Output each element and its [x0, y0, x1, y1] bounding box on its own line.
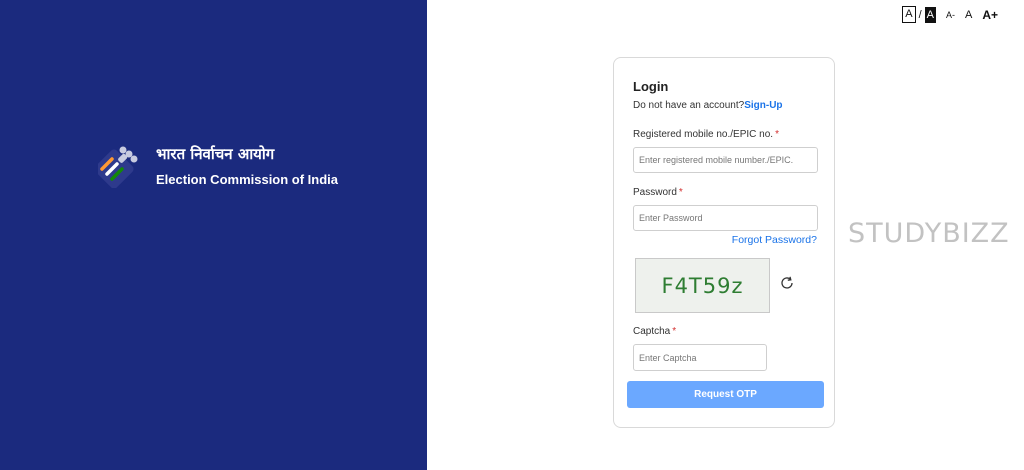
font-normal-button[interactable]: A: [965, 9, 972, 21]
brand-english-name: Election Commission of India: [156, 171, 339, 187]
login-card: Login Do not have an account?Sign-Up Reg…: [613, 57, 835, 428]
eci-brand: भारत निर्वाचन आयोग Election Commission o…: [98, 142, 338, 188]
captcha-input[interactable]: [633, 344, 767, 371]
signup-prompt: Do not have an account?Sign-Up: [633, 100, 783, 111]
contrast-light-button[interactable]: A: [902, 6, 916, 23]
captcha-label-text: Captcha: [633, 326, 671, 337]
signup-link[interactable]: Sign-Up: [744, 100, 782, 111]
captcha-label: Captcha *: [633, 326, 676, 337]
login-title: Login: [633, 79, 669, 94]
forgot-password-link[interactable]: Forgot Password?: [732, 234, 817, 246]
password-input[interactable]: [633, 205, 818, 231]
required-marker: *: [678, 187, 683, 198]
password-label: Password *: [633, 187, 683, 198]
no-account-text: Do not have an account?: [633, 100, 745, 111]
brand-text: भारत निर्वाचन आयोग Election Commission o…: [156, 144, 338, 187]
font-size-controls: A / A A- A A+: [902, 6, 998, 23]
required-marker: *: [672, 326, 677, 337]
mobile-epic-input[interactable]: [633, 147, 818, 173]
required-marker: *: [775, 129, 779, 140]
eci-ballot-logo-icon: [98, 146, 138, 188]
font-increase-button[interactable]: A+: [982, 8, 998, 22]
contrast-separator: /: [918, 8, 922, 21]
watermark-text: STUDYBIZZ: [848, 218, 1010, 249]
contrast-toggle: A / A: [902, 6, 936, 23]
font-decrease-button[interactable]: A-: [946, 10, 955, 20]
request-otp-button[interactable]: Request OTP: [627, 381, 824, 408]
branding-panel: भारत निर्वाचन आयोग Election Commission o…: [0, 0, 427, 470]
refresh-icon[interactable]: [779, 275, 795, 291]
mobile-label: Registered mobile no./EPIC no. *: [633, 129, 779, 140]
brand-hindi-name: भारत निर्वाचन आयोग: [156, 144, 275, 163]
contrast-dark-button[interactable]: A: [924, 6, 936, 23]
captcha-image: F4T59z: [635, 258, 770, 313]
mobile-label-text: Registered mobile no./EPIC no.: [633, 129, 774, 140]
password-label-text: Password: [633, 187, 677, 198]
